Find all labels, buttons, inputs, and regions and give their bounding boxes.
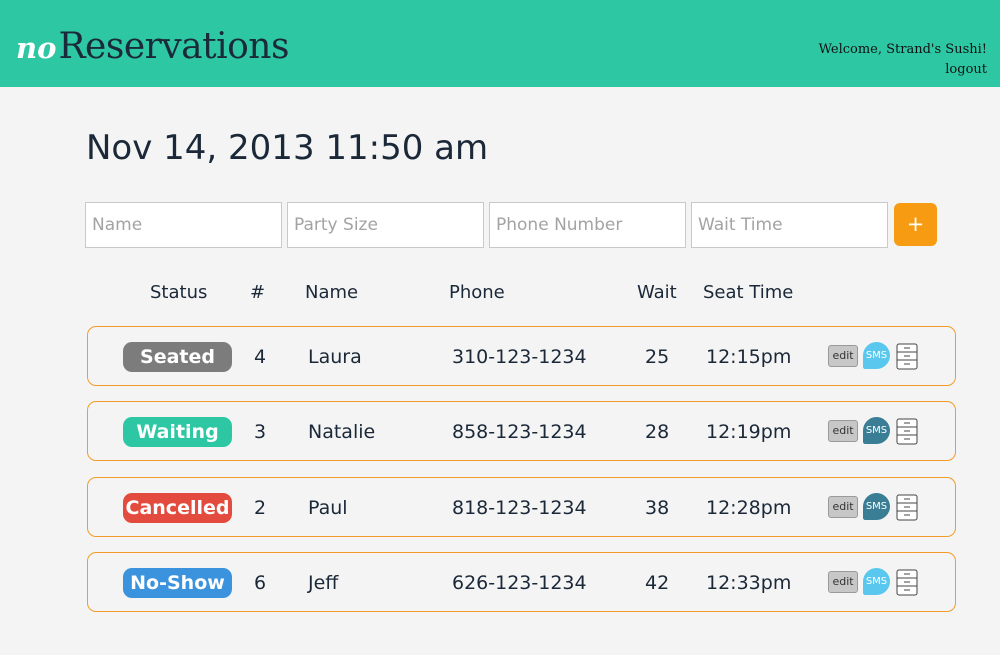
app-logo[interactable]: no Reservations bbox=[16, 26, 289, 70]
phone-number-input[interactable] bbox=[489, 202, 686, 248]
top-bar: no Reservations Welcome, Strand's Sushi!… bbox=[0, 0, 1000, 87]
file-cabinet-icon[interactable] bbox=[896, 494, 918, 521]
edit-button[interactable]: edit bbox=[828, 496, 858, 518]
party-size-input[interactable] bbox=[287, 202, 484, 248]
edit-button[interactable]: edit bbox=[828, 420, 858, 442]
party-size: 6 bbox=[254, 572, 267, 594]
guest-name: Paul bbox=[308, 497, 348, 519]
column-header-seat-time: Seat Time bbox=[703, 282, 794, 303]
edit-button[interactable]: edit bbox=[828, 571, 858, 593]
logo-prefix: no bbox=[16, 31, 57, 65]
guest-name: Natalie bbox=[308, 421, 376, 443]
column-header-wait: Wait bbox=[637, 282, 677, 303]
wait-time: 28 bbox=[645, 421, 670, 443]
guest-name: Laura bbox=[308, 346, 362, 368]
seat-time: 12:15pm bbox=[706, 346, 792, 368]
wait-time: 42 bbox=[645, 572, 670, 594]
reservation-row[interactable]: Seated 4 Laura 310-123-1234 25 12:15pm e… bbox=[87, 326, 956, 386]
file-cabinet-icon[interactable] bbox=[896, 418, 918, 445]
status-badge[interactable]: Waiting bbox=[123, 417, 232, 447]
edit-button[interactable]: edit bbox=[828, 345, 858, 367]
welcome-text: Welcome, Strand's Sushi! bbox=[818, 42, 987, 57]
file-cabinet-icon[interactable] bbox=[896, 343, 918, 370]
sms-button[interactable]: SMS bbox=[863, 493, 890, 520]
reservation-row[interactable]: Waiting 3 Natalie 858-123-1234 28 12:19p… bbox=[87, 401, 956, 461]
reservation-row[interactable]: No-Show 6 Jeff 626-123-1234 42 12:33pm e… bbox=[87, 552, 956, 612]
column-header-status: Status bbox=[150, 282, 208, 303]
wait-time: 25 bbox=[645, 346, 670, 368]
seat-time: 12:19pm bbox=[706, 421, 792, 443]
file-cabinet-icon[interactable] bbox=[896, 569, 918, 596]
guest-phone: 310-123-1234 bbox=[452, 346, 587, 368]
add-reservation-button[interactable]: + bbox=[894, 203, 937, 246]
seat-time: 12:28pm bbox=[706, 497, 792, 519]
current-datetime: Nov 14, 2013 11:50 am bbox=[86, 128, 489, 168]
guest-phone: 858-123-1234 bbox=[452, 421, 587, 443]
wait-time-input[interactable] bbox=[691, 202, 888, 248]
logo-title: Reservations bbox=[58, 26, 289, 67]
name-input[interactable] bbox=[85, 202, 282, 248]
guest-name: Jeff bbox=[308, 572, 339, 594]
status-badge[interactable]: Seated bbox=[123, 342, 232, 372]
status-badge[interactable]: Cancelled bbox=[123, 493, 232, 523]
sms-button[interactable]: SMS bbox=[863, 417, 890, 444]
party-size: 4 bbox=[254, 346, 267, 368]
guest-phone: 626-123-1234 bbox=[452, 572, 587, 594]
column-header-number: # bbox=[250, 282, 266, 303]
column-header-phone: Phone bbox=[449, 282, 505, 303]
reservation-row[interactable]: Cancelled 2 Paul 818-123-1234 38 12:28pm… bbox=[87, 477, 956, 537]
party-size: 3 bbox=[254, 421, 267, 443]
sms-button[interactable]: SMS bbox=[863, 568, 890, 595]
status-badge[interactable]: No-Show bbox=[123, 568, 232, 598]
wait-time: 38 bbox=[645, 497, 670, 519]
column-header-name: Name bbox=[305, 282, 359, 303]
party-size: 2 bbox=[254, 497, 267, 519]
user-welcome: Welcome, Strand's Sushi! logout bbox=[819, 40, 987, 80]
sms-button[interactable]: SMS bbox=[863, 342, 890, 369]
guest-phone: 818-123-1234 bbox=[452, 497, 587, 519]
logout-link[interactable]: logout bbox=[819, 60, 987, 80]
seat-time: 12:33pm bbox=[706, 572, 792, 594]
